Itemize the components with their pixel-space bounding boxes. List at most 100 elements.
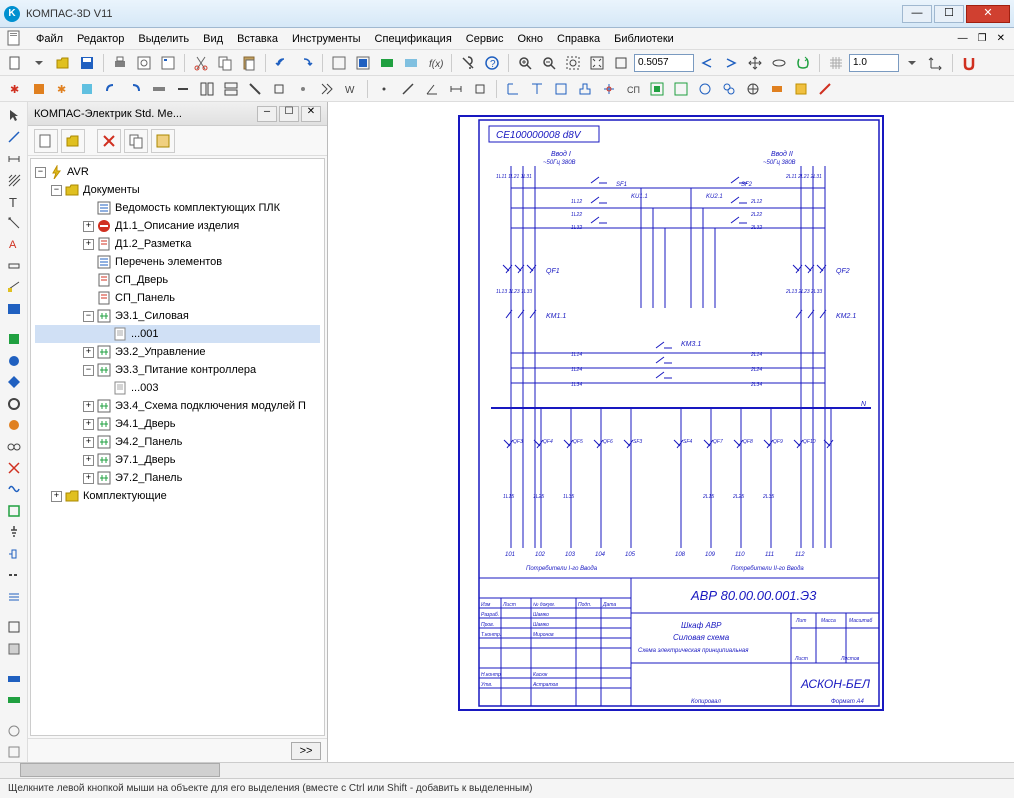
t2-4[interactable]	[76, 78, 98, 100]
panel-copy[interactable]	[124, 129, 148, 153]
pan-button[interactable]	[744, 52, 766, 74]
t2-13[interactable]	[292, 78, 314, 100]
copy-button[interactable]	[214, 52, 236, 74]
zoom-next-button[interactable]	[720, 52, 742, 74]
t2-a6[interactable]: СП	[622, 78, 644, 100]
tree-item[interactable]: +Э3.2_Управление	[35, 343, 320, 361]
open-button[interactable]	[52, 52, 74, 74]
orbit-button[interactable]	[768, 52, 790, 74]
panel-maximize[interactable]: ☐	[279, 106, 299, 122]
t2-6[interactable]	[124, 78, 146, 100]
grid-button[interactable]	[825, 52, 847, 74]
lt-select[interactable]	[3, 106, 25, 125]
t2-angle[interactable]	[421, 78, 443, 100]
lt-e7[interactable]	[3, 458, 25, 477]
expand-icon[interactable]: +	[83, 347, 94, 358]
lt-f2[interactable]	[3, 639, 25, 658]
maximize-button[interactable]: ☐	[934, 5, 964, 23]
t2-11[interactable]	[244, 78, 266, 100]
mdi-close[interactable]: ✕	[994, 33, 1008, 44]
tree-item[interactable]: +Д1.2_Разметка	[35, 235, 320, 253]
t2-2[interactable]	[28, 78, 50, 100]
paste-button[interactable]	[238, 52, 260, 74]
undo-button[interactable]	[271, 52, 293, 74]
expand-icon[interactable]: +	[83, 473, 94, 484]
zoom-in-button[interactable]	[514, 52, 536, 74]
t2-a4[interactable]	[574, 78, 596, 100]
t2-8[interactable]	[172, 78, 194, 100]
lt-h1[interactable]	[3, 721, 25, 740]
horizontal-scrollbar[interactable]	[0, 762, 1014, 778]
go-button[interactable]: >>	[291, 742, 321, 760]
panel-new[interactable]	[34, 129, 58, 153]
t2-5[interactable]	[100, 78, 122, 100]
t2-a7[interactable]	[646, 78, 668, 100]
expand-icon[interactable]: −	[35, 167, 46, 178]
lt-h2[interactable]	[3, 743, 25, 762]
lt-param[interactable]	[3, 256, 25, 275]
zoom-window-button[interactable]	[562, 52, 584, 74]
lt-dim[interactable]	[3, 149, 25, 168]
menu-editor[interactable]: Редактор	[71, 31, 130, 47]
t2-a10[interactable]	[718, 78, 740, 100]
t2-point[interactable]	[373, 78, 395, 100]
drawing-canvas[interactable]: CE100000008 d8V Ввод I ~50Гц 380В Ввод I…	[328, 102, 1014, 762]
menu-help[interactable]: Справка	[551, 31, 606, 47]
lt-e13[interactable]	[3, 587, 25, 606]
scrollbar-thumb[interactable]	[20, 763, 220, 777]
menu-service[interactable]: Сервис	[460, 31, 510, 47]
expand-icon[interactable]: +	[83, 401, 94, 412]
panel-minimize[interactable]: —	[257, 106, 277, 122]
t2-a13[interactable]	[790, 78, 812, 100]
tool-c[interactable]	[376, 52, 398, 74]
lt-e11[interactable]	[3, 544, 25, 563]
lt-f1[interactable]	[3, 617, 25, 636]
t2-a14[interactable]	[814, 78, 836, 100]
lt-e1[interactable]	[3, 330, 25, 349]
t2-15[interactable]: W	[340, 78, 362, 100]
new-dropdown[interactable]	[28, 52, 50, 74]
props-button[interactable]	[157, 52, 179, 74]
expand-icon[interactable]: +	[83, 455, 94, 466]
tree-root[interactable]: − AVR	[35, 163, 320, 181]
menu-file[interactable]: Файл	[30, 31, 69, 47]
close-button[interactable]: ✕	[966, 5, 1010, 23]
tree-item[interactable]: +Э4.1_Дверь	[35, 415, 320, 433]
tree-item[interactable]: Ведомость комплектующих ПЛК	[35, 199, 320, 217]
t2-a3[interactable]	[550, 78, 572, 100]
mdi-minimize[interactable]: —	[955, 33, 971, 44]
lt-g2[interactable]	[3, 691, 25, 710]
t2-3[interactable]: ✱	[52, 78, 74, 100]
expand-icon[interactable]: +	[83, 437, 94, 448]
expand-icon[interactable]: −	[83, 365, 94, 376]
lt-e4[interactable]	[3, 394, 25, 413]
redo-button[interactable]	[295, 52, 317, 74]
lt-assoc[interactable]: A	[3, 235, 25, 254]
tool-a[interactable]	[328, 52, 350, 74]
panel-del[interactable]	[97, 129, 121, 153]
tree-item[interactable]: −Э3.1_Силовая	[35, 307, 320, 325]
menu-select[interactable]: Выделить	[132, 31, 195, 47]
t2-a5[interactable]	[598, 78, 620, 100]
lt-e3[interactable]	[3, 372, 25, 391]
tree-components[interactable]: + Комплектующие	[35, 487, 320, 505]
refresh-button[interactable]	[792, 52, 814, 74]
tree-item[interactable]: СП_Дверь	[35, 271, 320, 289]
menu-view[interactable]: Вид	[197, 31, 229, 47]
magnet-button[interactable]	[958, 52, 980, 74]
lt-text[interactable]: T	[3, 192, 25, 211]
tree-item[interactable]: ...003	[35, 379, 320, 397]
t2-a8[interactable]	[670, 78, 692, 100]
tree-item[interactable]: ...001	[35, 325, 320, 343]
expand-icon[interactable]: −	[83, 311, 94, 322]
expand-icon[interactable]: +	[83, 221, 94, 232]
menu-tools[interactable]: Инструменты	[286, 31, 367, 47]
zoom-all-button[interactable]	[610, 52, 632, 74]
menu-spec[interactable]: Спецификация	[369, 31, 458, 47]
tree-item[interactable]: Перечень элементов	[35, 253, 320, 271]
tree-item[interactable]: +Э7.1_Дверь	[35, 451, 320, 469]
save-button[interactable]	[76, 52, 98, 74]
context-help-button[interactable]: ?	[481, 52, 503, 74]
tree-item[interactable]: +Э3.4_Схема подключения модулей П	[35, 397, 320, 415]
t2-sq[interactable]	[469, 78, 491, 100]
